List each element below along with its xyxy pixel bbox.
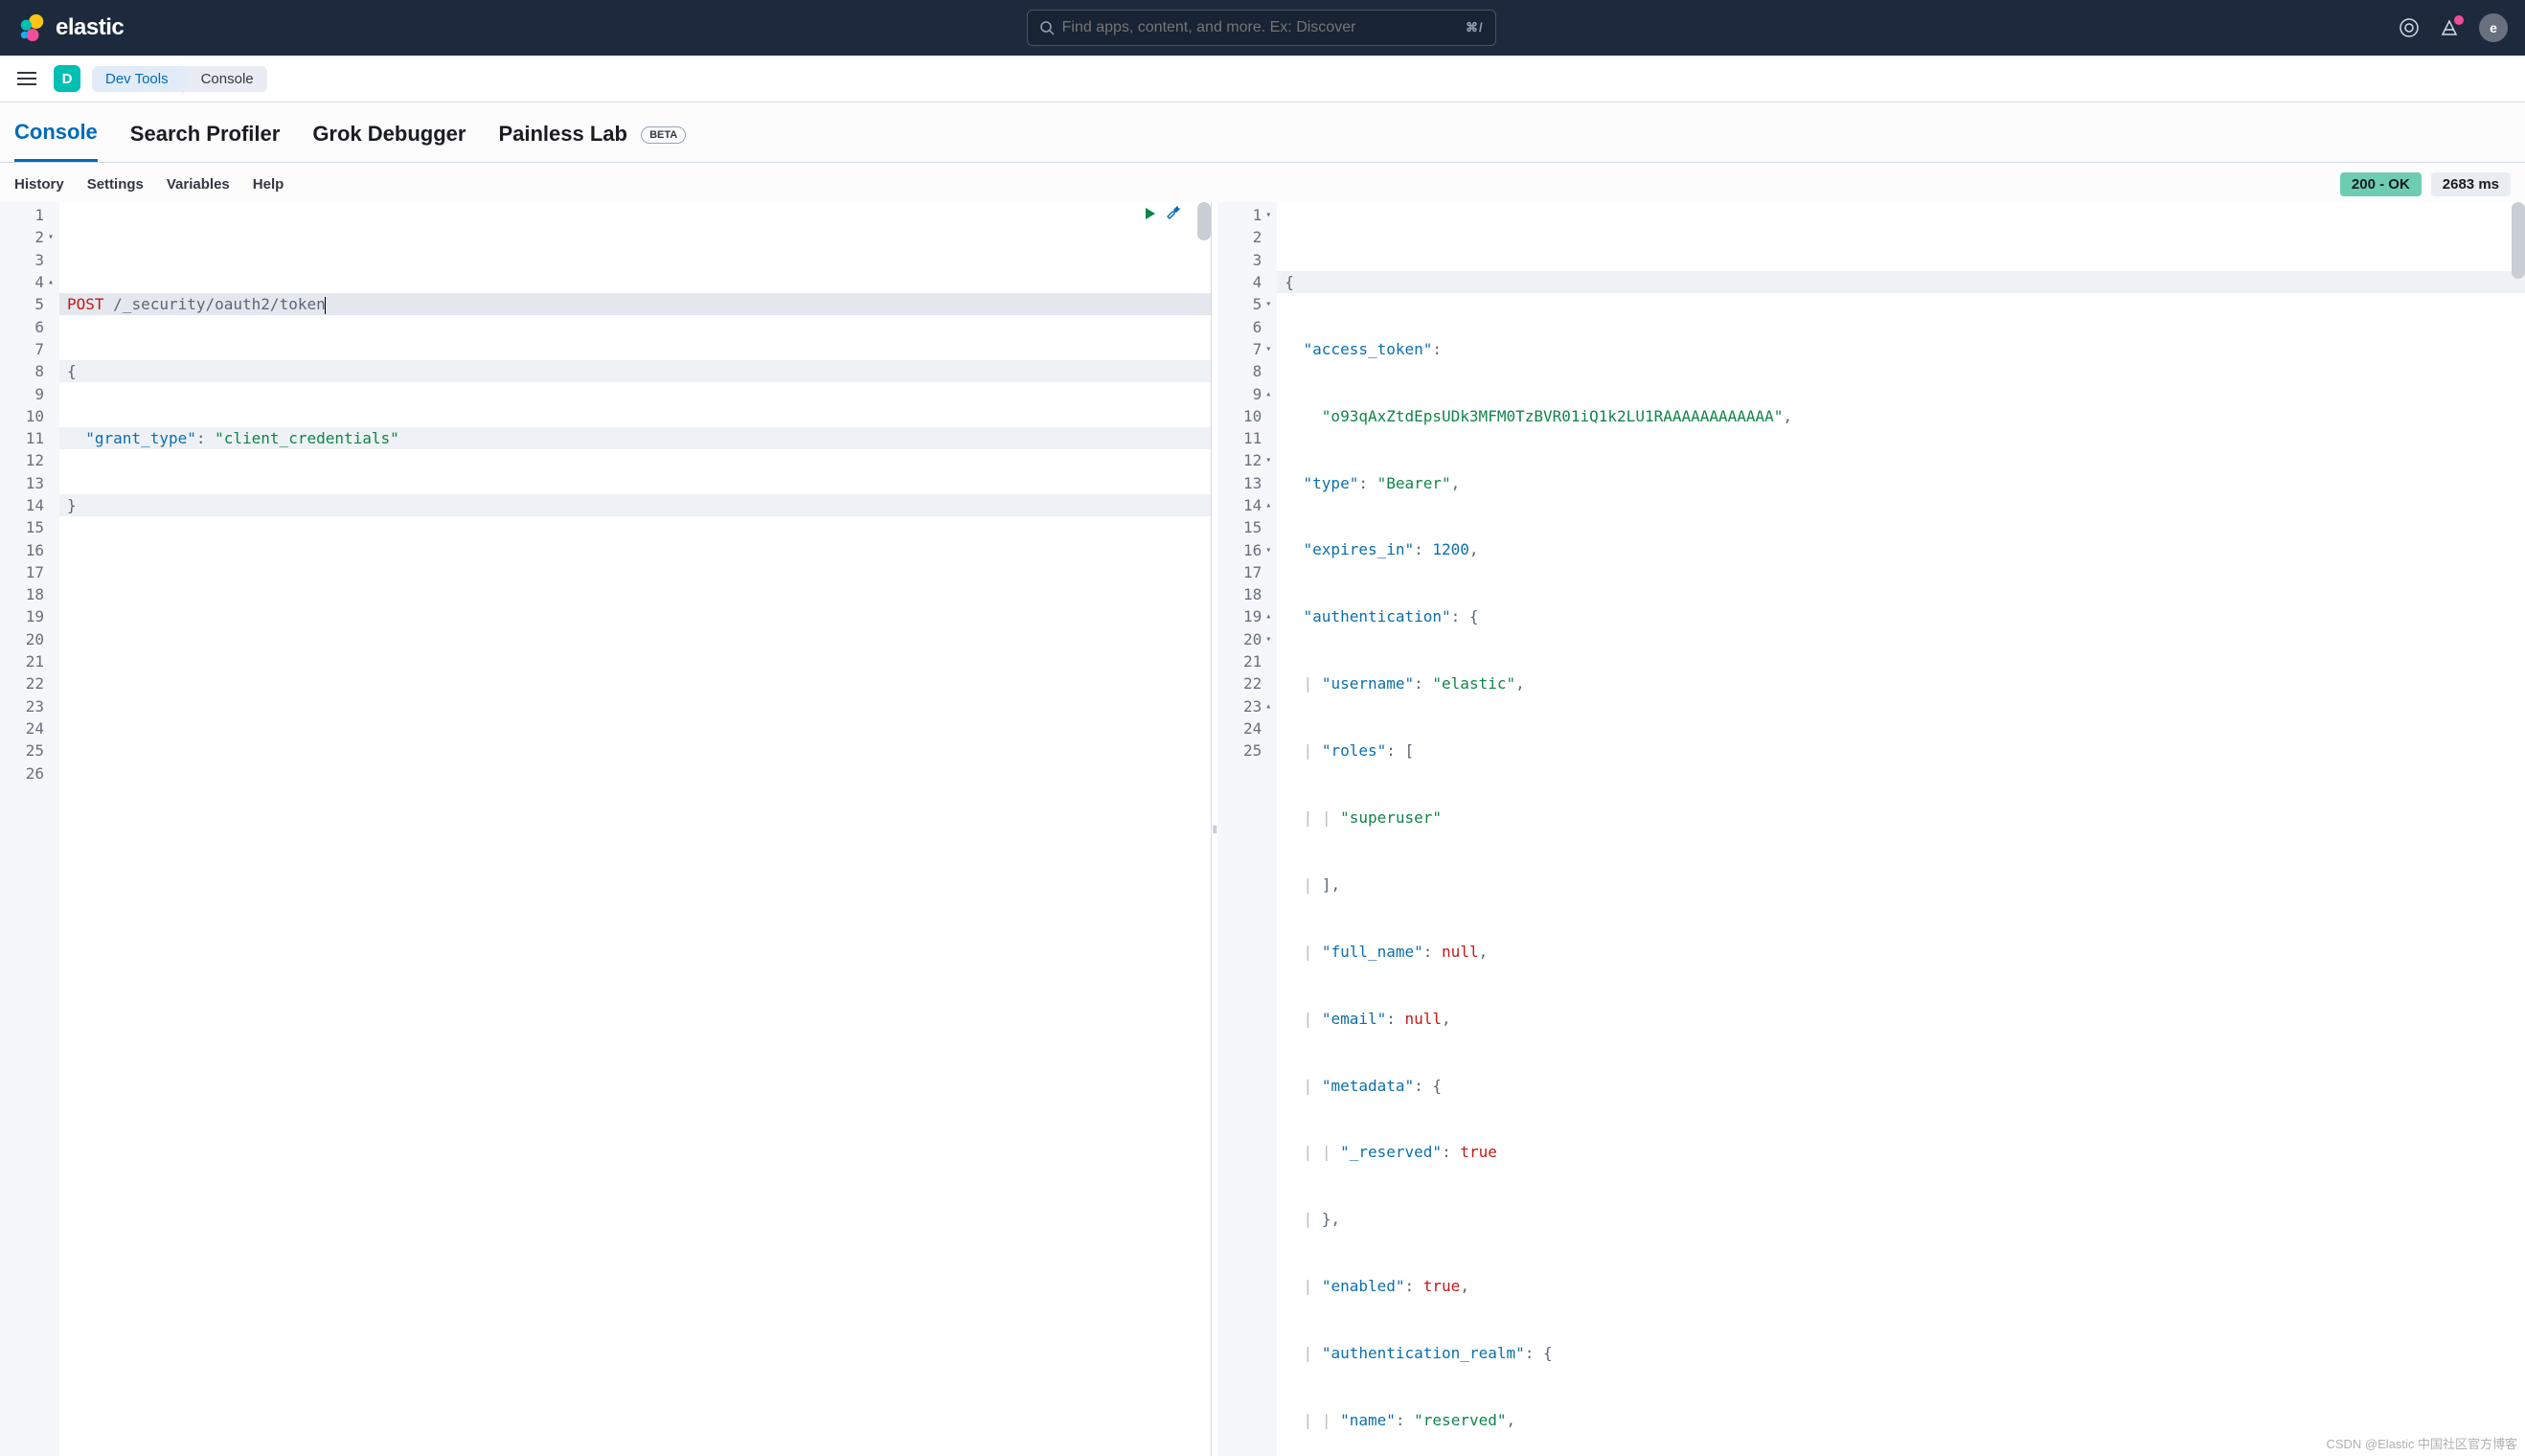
- header-right: e: [2399, 13, 2508, 42]
- elastic-logo[interactable]: elastic: [17, 13, 124, 42]
- global-header: elastic ⌘/ e: [0, 0, 2525, 56]
- request-editor[interactable]: POST /_security/oauth2/token { "grant_ty…: [59, 202, 1211, 1456]
- request-scrollbar[interactable]: [1197, 202, 1211, 240]
- header-search-wrap: ⌘/: [124, 10, 2399, 46]
- console-toolbar-left: History Settings Variables Help: [14, 176, 284, 193]
- search-shortcut: ⌘/: [1466, 20, 1484, 35]
- console-toolbar: History Settings Variables Help 200 - OK…: [0, 163, 2525, 202]
- tab-grok-debugger[interactable]: Grok Debugger: [312, 122, 466, 161]
- settings-button[interactable]: Settings: [87, 176, 144, 193]
- request-actions: [1144, 202, 1182, 224]
- breadcrumb-bar: D Dev Tools Console: [0, 56, 2525, 102]
- response-scrollbar[interactable]: [2512, 202, 2525, 279]
- tab-painless-lab[interactable]: Painless Lab BETA: [498, 122, 686, 161]
- wrench-icon[interactable]: [1165, 205, 1182, 222]
- space-badge[interactable]: D: [54, 65, 80, 92]
- response-pane: 1▾2▾3▾4▾5▾6▾7▾8▾9▴10▾11▾12▾13▾14▴15▾16▾1…: [1217, 202, 2525, 1456]
- search-input[interactable]: [1062, 19, 1466, 36]
- variables-button[interactable]: Variables: [167, 176, 230, 193]
- request-pane: 1▾2▾3▾4▴5▾6▾7▾8▾9▾10▾11▾12▾13▾14▾15▾16▾1…: [0, 202, 1212, 1456]
- user-avatar[interactable]: e: [2479, 13, 2508, 42]
- tab-console[interactable]: Console: [14, 120, 98, 162]
- newsfeed-icon[interactable]: [2439, 17, 2460, 38]
- history-button[interactable]: History: [14, 176, 64, 193]
- help-button[interactable]: Help: [253, 176, 284, 193]
- elastic-logo-icon: [17, 13, 46, 42]
- response-gutter: 1▾2▾3▾4▾5▾6▾7▾8▾9▴10▾11▾12▾13▾14▴15▾16▾1…: [1217, 202, 1277, 1456]
- notification-dot: [2454, 15, 2464, 25]
- response-viewer[interactable]: { "access_token": "o93qAxZtdEpsUDk3MFM0T…: [1277, 202, 2525, 1456]
- brand-text: elastic: [56, 14, 124, 41]
- watermark-text: CSDN @Elastic 中国社区官方博客: [2326, 1434, 2517, 1452]
- console-toolbar-right: 200 - OK 2683 ms: [2340, 172, 2511, 196]
- nav-toggle-button[interactable]: [11, 66, 42, 91]
- request-gutter: 1▾2▾3▾4▴5▾6▾7▾8▾9▾10▾11▾12▾13▾14▾15▾16▾1…: [0, 202, 59, 1456]
- status-badge: 200 - OK: [2340, 172, 2422, 196]
- text-cursor: [325, 297, 326, 314]
- lifesaver-icon[interactable]: [2399, 17, 2420, 38]
- breadcrumb-dev-tools[interactable]: Dev Tools: [92, 66, 182, 92]
- beta-badge: BETA: [641, 126, 686, 144]
- breadcrumb-console: Console: [182, 66, 267, 92]
- tab-search-profiler[interactable]: Search Profiler: [130, 122, 281, 161]
- search-icon: [1039, 20, 1055, 35]
- global-search[interactable]: ⌘/: [1027, 10, 1496, 46]
- play-icon[interactable]: [1144, 207, 1157, 220]
- devtools-tabs: Console Search Profiler Grok Debugger Pa…: [0, 102, 2525, 163]
- breadcrumb: Dev Tools Console: [92, 66, 267, 92]
- response-time-badge: 2683 ms: [2431, 172, 2511, 196]
- console-editors: 1▾2▾3▾4▴5▾6▾7▾8▾9▾10▾11▾12▾13▾14▾15▾16▾1…: [0, 202, 2525, 1456]
